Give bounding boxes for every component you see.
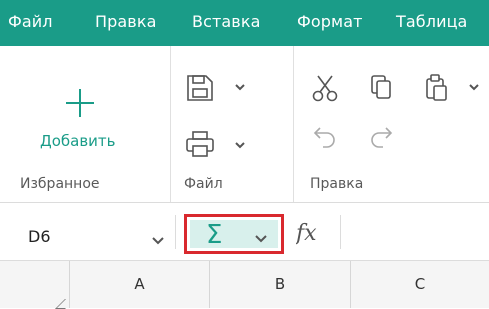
formula-bar-separator	[340, 215, 341, 249]
menu-format[interactable]: Формат	[297, 12, 363, 31]
select-all-corner[interactable]	[0, 261, 75, 309]
group-label-file: Файл	[184, 176, 223, 192]
formula-bar: D6 Σ fx	[0, 203, 489, 261]
add-favorite-button[interactable]: Добавить	[10, 80, 140, 158]
save-icon	[187, 75, 245, 101]
paste-button[interactable]	[424, 72, 486, 104]
column-label: A	[134, 275, 145, 293]
sum-highlight: Σ	[184, 214, 284, 254]
paste-icon	[426, 74, 479, 101]
plus-icon	[63, 86, 97, 120]
group-separator	[293, 46, 294, 202]
column-label: B	[274, 275, 286, 293]
menu-edit[interactable]: Правка	[95, 12, 157, 31]
menu-insert[interactable]: Вставка	[192, 12, 261, 31]
redo-button[interactable]	[366, 122, 396, 152]
copy-button[interactable]	[368, 72, 394, 104]
group-label-favorites: Избранное	[20, 176, 100, 192]
print-icon	[186, 131, 245, 157]
fx-button[interactable]: fx	[294, 219, 330, 251]
chevron-down-icon[interactable]	[151, 231, 165, 250]
cut-button[interactable]	[310, 72, 340, 104]
undo-button[interactable]	[310, 122, 340, 152]
redo-icon	[371, 127, 393, 148]
column-header-row: A B C	[0, 261, 489, 309]
sum-button[interactable]: Σ	[190, 220, 278, 250]
sum-symbol: Σ	[206, 220, 222, 249]
undo-icon	[313, 127, 335, 148]
cut-icon	[312, 75, 338, 102]
column-header-b[interactable]: B	[210, 261, 351, 308]
sum-icon: Σ	[206, 220, 222, 250]
column-header-c[interactable]: C	[351, 261, 489, 308]
cell-reference[interactable]: D6	[28, 227, 51, 246]
menu-bar: Файл Правка Вставка Формат Таблица	[0, 0, 489, 46]
menu-file[interactable]: Файл	[8, 12, 53, 31]
fx-icon: fx	[294, 221, 317, 246]
copy-icon	[371, 75, 391, 99]
print-button[interactable]	[184, 128, 246, 160]
column-header-a[interactable]: A	[70, 261, 210, 308]
column-label: C	[414, 275, 426, 293]
formula-bar-separator	[175, 215, 176, 249]
menu-table[interactable]: Таблица	[396, 12, 467, 31]
chevron-down-icon[interactable]	[254, 229, 268, 248]
fx-label: fx	[296, 221, 317, 246]
save-button[interactable]	[184, 72, 246, 104]
group-label-edit: Правка	[310, 176, 364, 192]
group-separator	[170, 46, 171, 202]
sum-icon: Σ	[198, 219, 238, 253]
ribbon: Добавить Избранное Файл Правка	[0, 46, 489, 203]
add-label: Добавить	[40, 132, 116, 150]
